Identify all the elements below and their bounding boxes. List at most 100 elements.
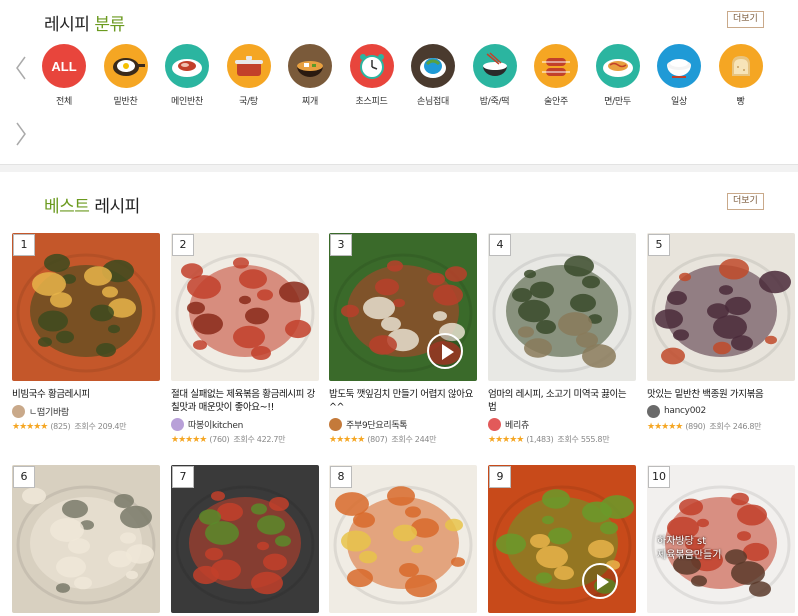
rank-badge: 2 [172, 234, 194, 256]
all-badge-icon: ALL [42, 44, 86, 88]
recipe-card[interactable]: 1 비빔국수 황금레시피 ㄴ떱기바람 ★★★★★ (825) 조회수 209.4만 [12, 233, 160, 432]
category-label: 전체 [56, 97, 72, 107]
review-count: (1,483) [526, 435, 554, 444]
thumbnail-caption: 하자방당 st 제육볶음만들기 [657, 536, 722, 561]
view-count: 조회수 209.4만 [74, 422, 127, 431]
category-item[interactable]: 손님접대 [403, 44, 463, 107]
recipe-card[interactable]: 3 밥도둑 깻잎김치 만들기 어렵지 않아요^^ 주부9단요리독톡 ★★★★★ (807… [329, 233, 477, 445]
rank-badge: 7 [172, 466, 194, 488]
sausage-skewer-icon [534, 44, 578, 88]
recipe-author[interactable]: 따봉이kitchen [171, 417, 319, 431]
category-item[interactable]: 메인반찬 [157, 44, 217, 107]
recipe-title[interactable]: 비빔국수 황금레시피 [12, 388, 160, 401]
category-strip: ALL 전체 밑반찬 메인반찬 국/탕 찌개 초스피드 손님접대 밥/죽/떡 술안주 면/만두 일상 빵 [42, 44, 772, 114]
serving-dish-icon [411, 44, 455, 88]
recipe-author[interactable]: ㄴ떱기바람 [12, 404, 160, 418]
category-label: 초스피드 [355, 97, 388, 107]
chevron-right-icon[interactable] [14, 121, 28, 147]
recipe-title[interactable]: 엄마의 레시피, 소고기 미역국 끓이는 법 [488, 388, 636, 414]
rank-badge: 4 [489, 234, 511, 256]
author-name: 베리츄 [505, 420, 529, 431]
fried-egg-pan-icon [103, 44, 148, 88]
recipe-thumbnail[interactable]: 2 [171, 233, 319, 381]
rice-bowl-icon [657, 44, 701, 88]
category-item[interactable]: 국/탕 [219, 44, 279, 107]
recipe-thumbnail[interactable]: 8 [329, 465, 477, 613]
avatar [12, 404, 25, 418]
category-more-button[interactable]: 더보기 [727, 11, 764, 28]
category-item[interactable]: 찌개 [280, 44, 340, 107]
recipe-title[interactable]: 절대 실패없는 제육볶음 황금레시피 강칠맛과 매운맛이 좋아요~!! [171, 388, 319, 414]
category-item[interactable]: 초스피드 [342, 44, 402, 107]
rank-badge: 5 [648, 234, 670, 256]
recipe-author[interactable]: hancy002 [647, 404, 795, 418]
recipe-thumbnail[interactable]: 7 [171, 465, 319, 613]
author-name: hancy002 [664, 406, 706, 416]
star-icon: ★★★★★ [329, 434, 365, 445]
alarm-clock-icon [349, 44, 394, 88]
recipe-thumbnail[interactable]: 5 [647, 233, 795, 381]
view-count: 조회수 246.8만 [709, 422, 762, 431]
category-label: 면/만두 [604, 97, 631, 107]
star-icon: ★★★★★ [647, 421, 683, 432]
category-item[interactable]: 술안주 [526, 44, 586, 107]
review-count: (825) [50, 422, 71, 431]
chevron-left-icon[interactable] [14, 55, 28, 81]
review-count: (807) [367, 435, 388, 444]
recipe-card[interactable]: 8 [329, 465, 477, 613]
recipe-card[interactable]: 5 맛있는 밑반찬 백종원 가지볶음 hancy002 ★★★★★ (890) 조회수 2… [647, 233, 795, 432]
recipe-thumbnail[interactable]: 4 [488, 233, 636, 381]
category-item[interactable]: 밑반찬 [96, 44, 156, 107]
best-more-button[interactable]: 더보기 [727, 193, 764, 210]
recipe-thumbnail[interactable]: 6 [12, 465, 160, 613]
recipe-card[interactable]: 9 [488, 465, 636, 613]
recipe-thumbnail[interactable]: 10 하자방당 st 제육볶음만들기 [647, 465, 795, 613]
category-item[interactable]: 밥/죽/떡 [465, 44, 525, 107]
review-count: (890) [685, 422, 706, 431]
recipe-title[interactable]: 맛있는 밑반찬 백종원 가지볶음 [647, 388, 795, 401]
category-item[interactable]: ALL 전체 [34, 44, 94, 107]
rank-badge: 1 [13, 234, 35, 256]
recipe-thumbnail[interactable]: 1 [12, 233, 160, 381]
rank-badge: 9 [489, 466, 511, 488]
avatar [488, 417, 501, 431]
category-item[interactable]: 일상 [649, 44, 709, 107]
avatar [647, 404, 660, 418]
recipe-card[interactable]: 7 [171, 465, 319, 613]
recipe-stats: ★★★★★ (890) 조회수 246.8만 [647, 421, 795, 432]
rank-badge: 8 [330, 466, 352, 488]
category-label: 찌개 [302, 97, 318, 107]
recipe-thumbnail[interactable]: 9 [488, 465, 636, 613]
rank-badge: 6 [13, 466, 35, 488]
category-label: 손님접대 [417, 97, 449, 107]
recipe-title[interactable]: 밥도둑 깻잎김치 만들기 어렵지 않아요^^ [329, 388, 477, 414]
best-section-title: 베스트 레시피 [44, 192, 140, 217]
category-item[interactable]: 면/만두 [588, 44, 648, 107]
recipe-card[interactable]: 10 하자방당 st 제육볶음만들기 [647, 465, 795, 613]
recipe-thumbnail[interactable]: 3 [329, 233, 477, 381]
rank-badge: 3 [330, 234, 352, 256]
category-label: 일상 [671, 97, 687, 107]
recipe-card[interactable]: 4 엄마의 레시피, 소고기 미역국 끓이는 법 베리츄 ★★★★★ (1,483) 조회… [488, 233, 636, 445]
bread-toast-icon [718, 44, 763, 88]
category-section-title: 레시피 분류 [44, 10, 125, 35]
category-label: 메인반찬 [171, 97, 203, 107]
avatar [329, 417, 342, 431]
soup-pot-icon [226, 44, 271, 88]
category-item[interactable]: 빵 [711, 44, 771, 107]
view-count: 조회수 422.7만 [233, 435, 286, 444]
author-name: ㄴ떱기바람 [29, 407, 69, 418]
author-name: 주부9단요리독톡 [346, 420, 408, 431]
category-label: 빵 [736, 97, 745, 107]
title-accent: 베스트 [44, 197, 90, 217]
recipe-card[interactable]: 2 절대 실패없는 제육볶음 황금레시피 강칠맛과 매운맛이 좋아요~!! 따봉이k… [171, 233, 319, 445]
play-icon[interactable] [427, 333, 463, 369]
title-prefix: 레시피 [44, 15, 90, 35]
title-suffix: 레시피 [94, 197, 140, 217]
recipe-card[interactable]: 6 [12, 465, 160, 613]
recipe-author[interactable]: 주부9단요리독톡 [329, 417, 477, 431]
meat-plate-icon [165, 44, 209, 88]
view-count: 조회수 244만 [391, 435, 437, 444]
recipe-author[interactable]: 베리츄 [488, 417, 636, 431]
play-icon[interactable] [582, 563, 618, 599]
